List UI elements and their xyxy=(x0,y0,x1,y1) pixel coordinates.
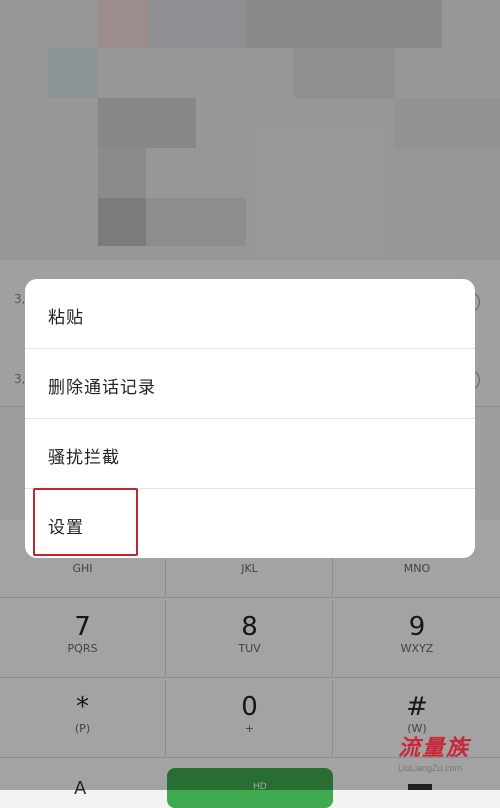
menu-item-paste[interactable]: 粘贴 xyxy=(25,279,475,349)
watermark-logo: 流量族 xyxy=(398,735,471,761)
menu-item-label: 删除通话记录 xyxy=(48,378,156,398)
menu-item-label: 骚扰拦截 xyxy=(48,448,120,468)
menu-item-label: 粘贴 xyxy=(48,308,84,328)
watermark-url: LiuLiangZu.com xyxy=(398,763,463,773)
menu-item-harassment-block[interactable]: 骚扰拦截 xyxy=(25,419,475,489)
menu-item-delete-call-log[interactable]: 删除通话记录 xyxy=(25,349,475,419)
watermark: 流量族 LiuLiangZu.com xyxy=(398,730,493,773)
highlight-box xyxy=(33,488,138,556)
